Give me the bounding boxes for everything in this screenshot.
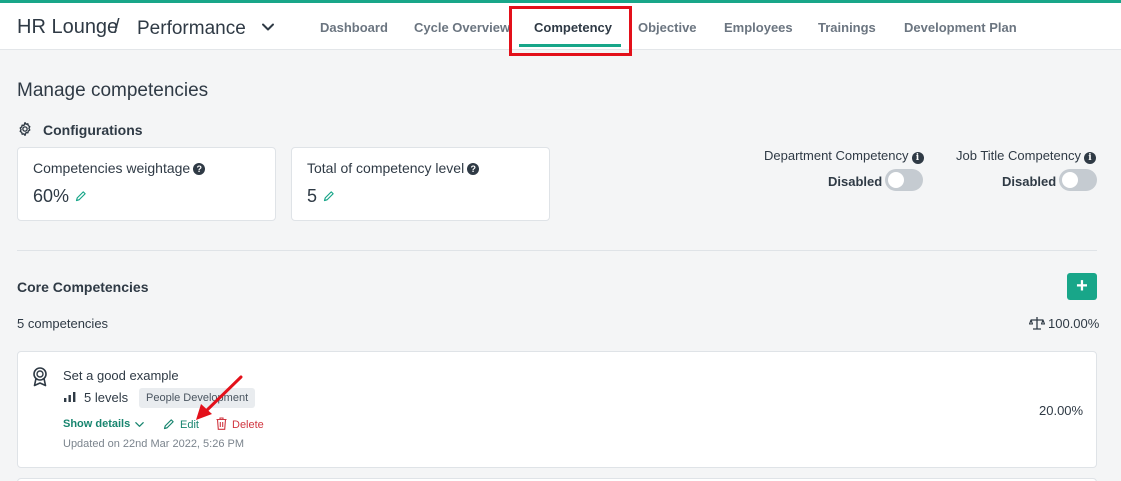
- award-badge-icon: [33, 367, 47, 387]
- competency-level-value: 5: [307, 186, 318, 206]
- last-updated-text: Updated on 22nd Mar 2022, 5:26 PM: [63, 438, 245, 450]
- tab-development-plan[interactable]: Development Plan: [904, 20, 1017, 35]
- tab-trainings[interactable]: Trainings: [818, 20, 876, 35]
- info-icon[interactable]: i: [1084, 152, 1097, 164]
- chevron-down-icon[interactable]: [260, 19, 276, 35]
- tab-employees[interactable]: Employees: [724, 20, 793, 35]
- annotation-arrow: [196, 375, 243, 420]
- brand-name[interactable]: HR Lounge: [17, 16, 118, 39]
- tab-objective[interactable]: Objective: [638, 20, 697, 35]
- pencil-icon[interactable]: [163, 418, 175, 430]
- annotation-highlight-box: [509, 6, 632, 56]
- competency-card: Set a good example 5 levels People Devel…: [17, 351, 1097, 468]
- weightage-value: 60%: [33, 186, 70, 206]
- job-title-toggle-state: Disabled: [1002, 174, 1057, 189]
- chevron-down-icon[interactable]: [134, 419, 145, 430]
- tab-dashboard[interactable]: Dashboard: [320, 20, 388, 35]
- gear-icon: [19, 122, 31, 136]
- competency-level-label: Total of competency level?: [307, 160, 480, 176]
- configurations-heading: Configurations: [43, 122, 143, 138]
- levels-bar-icon: [64, 392, 76, 402]
- department-competency-label: Department Competency i: [764, 148, 924, 164]
- competency-count: 5 competencies: [17, 316, 109, 331]
- job-title-competency-label: Job Title Competency i: [956, 148, 1097, 164]
- department-toggle-state: Disabled: [828, 174, 883, 189]
- help-icon[interactable]: ?: [467, 163, 480, 175]
- competency-level-card: Total of competency level? 5: [291, 147, 550, 221]
- weightage-card: Competencies weightage? 60%: [17, 147, 276, 221]
- competency-name: Set a good example: [63, 368, 179, 383]
- pencil-icon[interactable]: [75, 190, 87, 202]
- section-divider: [17, 250, 1097, 251]
- show-details-link[interactable]: Show details: [63, 418, 130, 430]
- breadcrumb-separator: /: [114, 16, 120, 38]
- core-competencies-heading: Core Competencies: [17, 279, 149, 295]
- page-title: Manage competencies: [17, 80, 209, 101]
- toggle-knob: [888, 172, 904, 188]
- weightage-label: Competencies weightage?: [33, 160, 206, 176]
- balance-scale-icon: [1029, 317, 1045, 330]
- department-competency-toggle[interactable]: [885, 169, 923, 191]
- total-weight: 100.00%: [1048, 316, 1100, 331]
- job-title-competency-toggle[interactable]: [1059, 169, 1097, 191]
- competency-levels: 5 levels: [84, 390, 129, 405]
- tab-cycle-overview[interactable]: Cycle Overview: [414, 20, 510, 35]
- info-icon[interactable]: i: [911, 152, 924, 164]
- add-competency-button[interactable]: +: [1067, 273, 1097, 300]
- module-selector-label[interactable]: Performance: [137, 18, 246, 40]
- toggle-knob: [1062, 172, 1078, 188]
- pencil-icon[interactable]: [323, 190, 335, 202]
- help-icon[interactable]: ?: [193, 163, 206, 175]
- competency-weight: 20.00%: [1039, 403, 1084, 418]
